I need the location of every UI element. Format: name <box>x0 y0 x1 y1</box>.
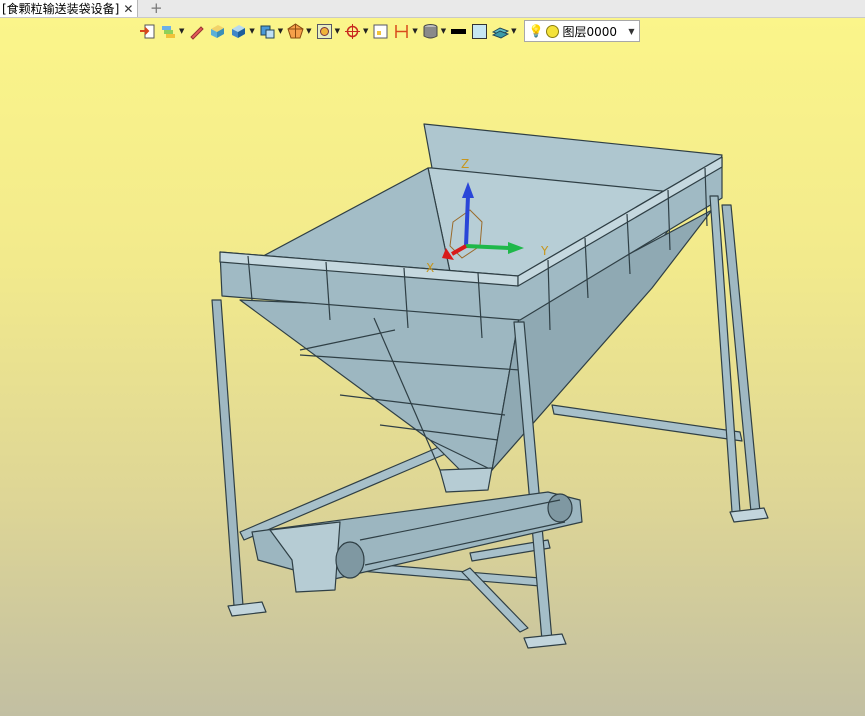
material-button[interactable]: ▼ <box>421 20 447 42</box>
surface-style-icon <box>492 26 510 39</box>
material-bucket-icon <box>423 23 438 38</box>
chevron-down-icon: ▼ <box>334 27 340 35</box>
lightbulb-icon: 💡 <box>528 24 544 38</box>
layer-select[interactable]: 💡 图层0000 ▼ <box>523 20 640 42</box>
import-button[interactable] <box>138 20 157 42</box>
zoom-fit-button[interactable]: ▼ <box>315 20 341 42</box>
z-axis-label: Z <box>461 157 469 171</box>
chevron-down-icon: ▼ <box>179 27 185 35</box>
line-color-icon <box>451 28 467 34</box>
dimension-icon <box>395 24 409 38</box>
sheet-button[interactable] <box>371 20 390 42</box>
x-axis-label: X <box>426 261 434 275</box>
snap-button[interactable]: ▼ <box>343 20 369 42</box>
shade-button[interactable]: ▼ <box>229 20 255 42</box>
chevron-down-icon: ▼ <box>362 27 369 35</box>
chevron-down-icon: ▼ <box>412 27 418 35</box>
sheet-icon <box>373 24 388 38</box>
dimension-button[interactable]: ▼ <box>392 20 418 42</box>
render-mode-button[interactable]: ▼ <box>286 20 312 42</box>
chevron-down-icon: ▼ <box>628 26 635 36</box>
chevron-down-icon: ▼ <box>511 27 517 35</box>
chevron-down-icon: ▼ <box>249 27 255 35</box>
view-orientation-icon <box>260 25 275 38</box>
fill-color-icon <box>472 23 488 39</box>
view-toolbar: ▼ ▼ ▼ ▼ ▼ ▼ ▼ ▼ ▼ 💡 图层0000 ▼ <box>138 19 640 43</box>
support-leg <box>211 299 244 607</box>
discharge-nozzle <box>439 467 493 493</box>
fill-color-button[interactable] <box>470 20 489 42</box>
render-mode-icon <box>287 22 304 38</box>
chevron-down-icon: ▼ <box>440 27 447 35</box>
shaded-cube-icon <box>232 24 246 38</box>
frame-brace <box>551 404 743 442</box>
sun-icon <box>546 24 560 38</box>
import-icon <box>140 24 155 38</box>
zoom-fit-icon <box>316 23 332 39</box>
layers-stack-icon <box>162 25 175 38</box>
surface-style-button[interactable]: ▼ <box>491 20 517 42</box>
line-color-button[interactable] <box>449 20 468 42</box>
solid-box-icon <box>211 24 225 38</box>
hopper-front-wall <box>239 299 521 471</box>
pencil-icon <box>190 25 205 40</box>
sketch-button[interactable] <box>187 20 206 42</box>
view-orientation-button[interactable]: ▼ <box>258 20 284 42</box>
cad-model-scene[interactable]: Z Y X <box>0 0 865 716</box>
chevron-down-icon: ▼ <box>306 27 312 35</box>
foot-plate <box>523 633 567 649</box>
layers-button[interactable]: ▼ <box>159 20 185 42</box>
solid-button[interactable] <box>208 20 227 42</box>
layer-select-value: 图层0000 <box>562 24 618 39</box>
snap-target-icon <box>344 23 360 39</box>
y-axis-label: Y <box>540 244 549 258</box>
chevron-down-icon: ▼ <box>277 27 284 35</box>
